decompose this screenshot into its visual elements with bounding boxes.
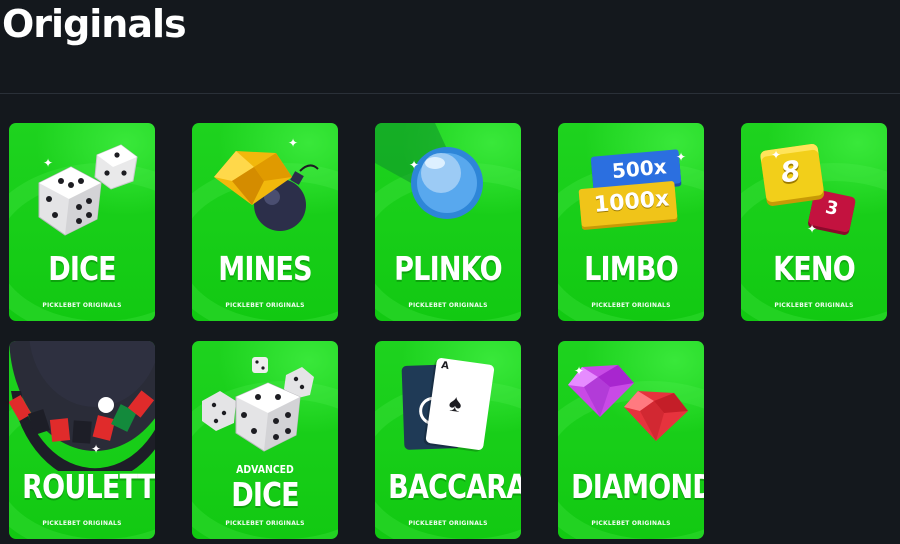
svg-text:✦: ✦ <box>288 136 298 150</box>
game-title: DICE <box>48 249 116 288</box>
svg-text:✦: ✦ <box>43 156 53 170</box>
game-card-baccarat[interactable]: A ♠ BACCARAT PICKLEBET ORIGINALS <box>375 341 521 539</box>
game-card-advanced-dice[interactable]: ADVANCED DICE PICKLEBET ORIGINALS <box>192 341 338 539</box>
dice-icon <box>202 357 314 452</box>
game-subtitle: PICKLEBET ORIGINALS <box>42 302 122 309</box>
ball-icon: ✦ <box>375 123 483 219</box>
game-title: ROULETTE <box>22 467 155 506</box>
diamonds-icon: ✦ <box>568 364 688 441</box>
gem-bomb-icon: ✦ <box>214 136 319 231</box>
game-card-roulette[interactable]: ✦ ROULETTE PICKLEBET ORIGINALS <box>9 341 155 539</box>
game-subtitle: PICKLEBET ORIGINALS <box>774 302 854 309</box>
game-subtitle: PICKLEBET ORIGINALS <box>42 520 122 527</box>
game-card-limbo[interactable]: 500x 1000x ✦ LIMBO PICKLEBET ORIGINALS <box>558 123 704 321</box>
roulette-wheel-icon: ✦ <box>9 341 155 471</box>
number-gems-icon: 3 8 ✦ ✦ <box>741 123 887 253</box>
game-title: MINES <box>218 249 312 288</box>
game-card-keno[interactable]: 3 8 ✦ ✦ KENO PICKLEBET ORIGINALS <box>741 123 887 321</box>
multiplier-tags-icon: 500x 1000x ✦ <box>558 123 704 253</box>
game-subtitle: PICKLEBET ORIGINALS <box>408 302 488 309</box>
game-card-diamonds[interactable]: ✦ DIAMONDS PICKLEBET ORIGINALS <box>558 341 704 539</box>
game-subtitle: PICKLEBET ORIGINALS <box>408 520 488 527</box>
game-card-mines[interactable]: ✦ MINES PICKLEBET ORIGINALS <box>192 123 338 321</box>
game-title: BACCARAT <box>388 467 521 506</box>
game-title: DIAMONDS <box>571 467 704 506</box>
game-title: KENO <box>773 249 856 288</box>
game-subtitle: PICKLEBET ORIGINALS <box>225 520 305 527</box>
game-title: DICE <box>231 475 299 514</box>
game-card-dice[interactable]: ✦ DICE PICKLEBET ORIGINALS <box>9 123 155 321</box>
game-card-plinko[interactable]: ✦ PLINKO PICKLEBET ORIGINALS <box>375 123 521 321</box>
svg-text:✦: ✦ <box>409 158 419 172</box>
dice-icon: ✦ <box>38 144 138 236</box>
svg-text:✦: ✦ <box>574 364 584 378</box>
playing-cards-icon: A ♠ <box>375 341 521 471</box>
game-title: LIMBO <box>584 249 679 288</box>
game-subtitle: PICKLEBET ORIGINALS <box>225 302 305 309</box>
section-divider <box>0 93 900 94</box>
page-title: Originals <box>2 2 187 46</box>
svg-text:✦: ✦ <box>91 442 101 456</box>
game-subtitle: PICKLEBET ORIGINALS <box>591 302 671 309</box>
game-title: PLINKO <box>394 249 502 288</box>
game-subtitle: PICKLEBET ORIGINALS <box>591 520 671 527</box>
